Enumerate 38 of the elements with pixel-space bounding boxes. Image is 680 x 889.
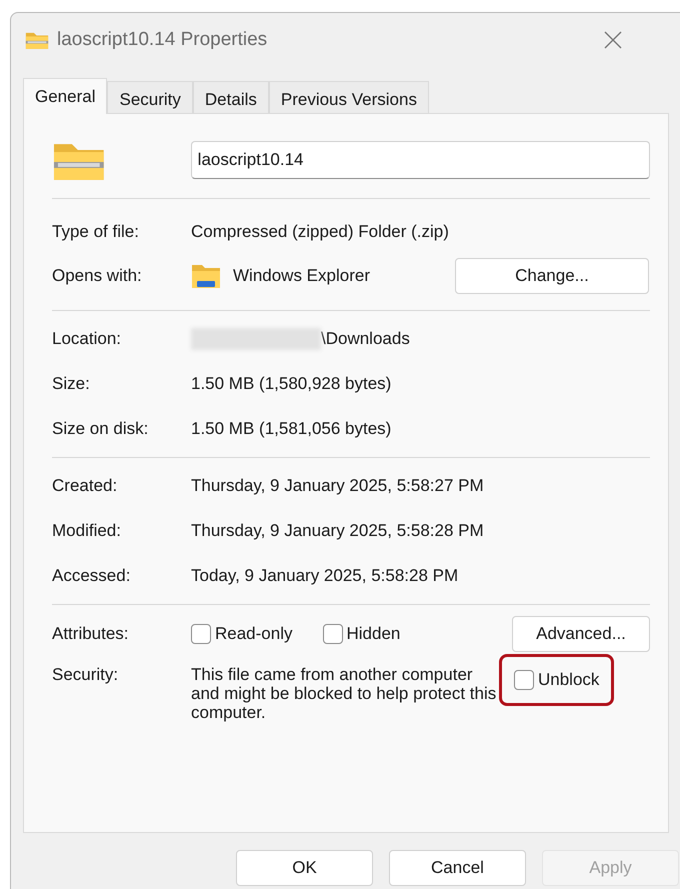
field-value: \Downloads bbox=[321, 328, 410, 350]
tab[interactable]: Security bbox=[107, 81, 193, 113]
checkbox-label: Hidden bbox=[346, 623, 400, 646]
field-label: Modified: bbox=[52, 520, 122, 542]
field-label: Size on disk: bbox=[52, 418, 150, 440]
dialog-button[interactable]: Cancel bbox=[389, 850, 526, 886]
tab[interactable]: Previous Versions bbox=[268, 81, 429, 113]
security-message: This file came from another computer and might be blocked to help protect this computer. bbox=[191, 665, 498, 722]
field-label: Security: bbox=[52, 664, 120, 686]
checkbox[interactable] bbox=[322, 624, 342, 644]
tab[interactable]: General bbox=[23, 78, 108, 114]
checkbox-label: Unblock bbox=[538, 669, 600, 692]
field-label: Attributes: bbox=[52, 623, 130, 646]
field-label: Created: bbox=[52, 475, 118, 498]
change-button[interactable]: Change... bbox=[455, 258, 649, 294]
close-icon[interactable] bbox=[604, 31, 622, 49]
field-label: Accessed: bbox=[52, 565, 132, 588]
folder-icon bbox=[191, 263, 221, 289]
field-label: Size: bbox=[52, 373, 91, 396]
dialog-button[interactable]: OK bbox=[236, 850, 373, 886]
field-value: Today, 9 January 2025, 5:58:28 PM bbox=[191, 565, 458, 588]
field-value: Windows Explorer bbox=[233, 265, 371, 288]
tab[interactable]: Details bbox=[192, 81, 269, 113]
field-label: Location: bbox=[52, 328, 122, 350]
checkbox[interactable] bbox=[514, 670, 534, 690]
checkbox[interactable] bbox=[191, 624, 211, 644]
field-value: Compressed (zipped) Folder (.zip) bbox=[191, 221, 449, 244]
field-label: Opens with: bbox=[52, 265, 143, 288]
file-name-field[interactable]: laoscript10.14 bbox=[190, 141, 650, 179]
window-title: laoscript10.14 Properties bbox=[57, 28, 268, 52]
field-value: Thursday, 9 January 2025, 5:58:27 PM bbox=[191, 475, 484, 498]
field-value: 1.50 MB (1,581,056 bytes) bbox=[191, 418, 392, 440]
field-value: 1.50 MB (1,580,928 bytes) bbox=[191, 373, 392, 396]
advanced-button[interactable]: Advanced... bbox=[512, 616, 650, 652]
zip-folder-icon bbox=[25, 30, 49, 50]
field-label: Type of file: bbox=[52, 221, 140, 244]
checkbox-label: Read-only bbox=[215, 623, 292, 646]
field-value: Thursday, 9 January 2025, 5:58:28 PM bbox=[191, 520, 484, 542]
